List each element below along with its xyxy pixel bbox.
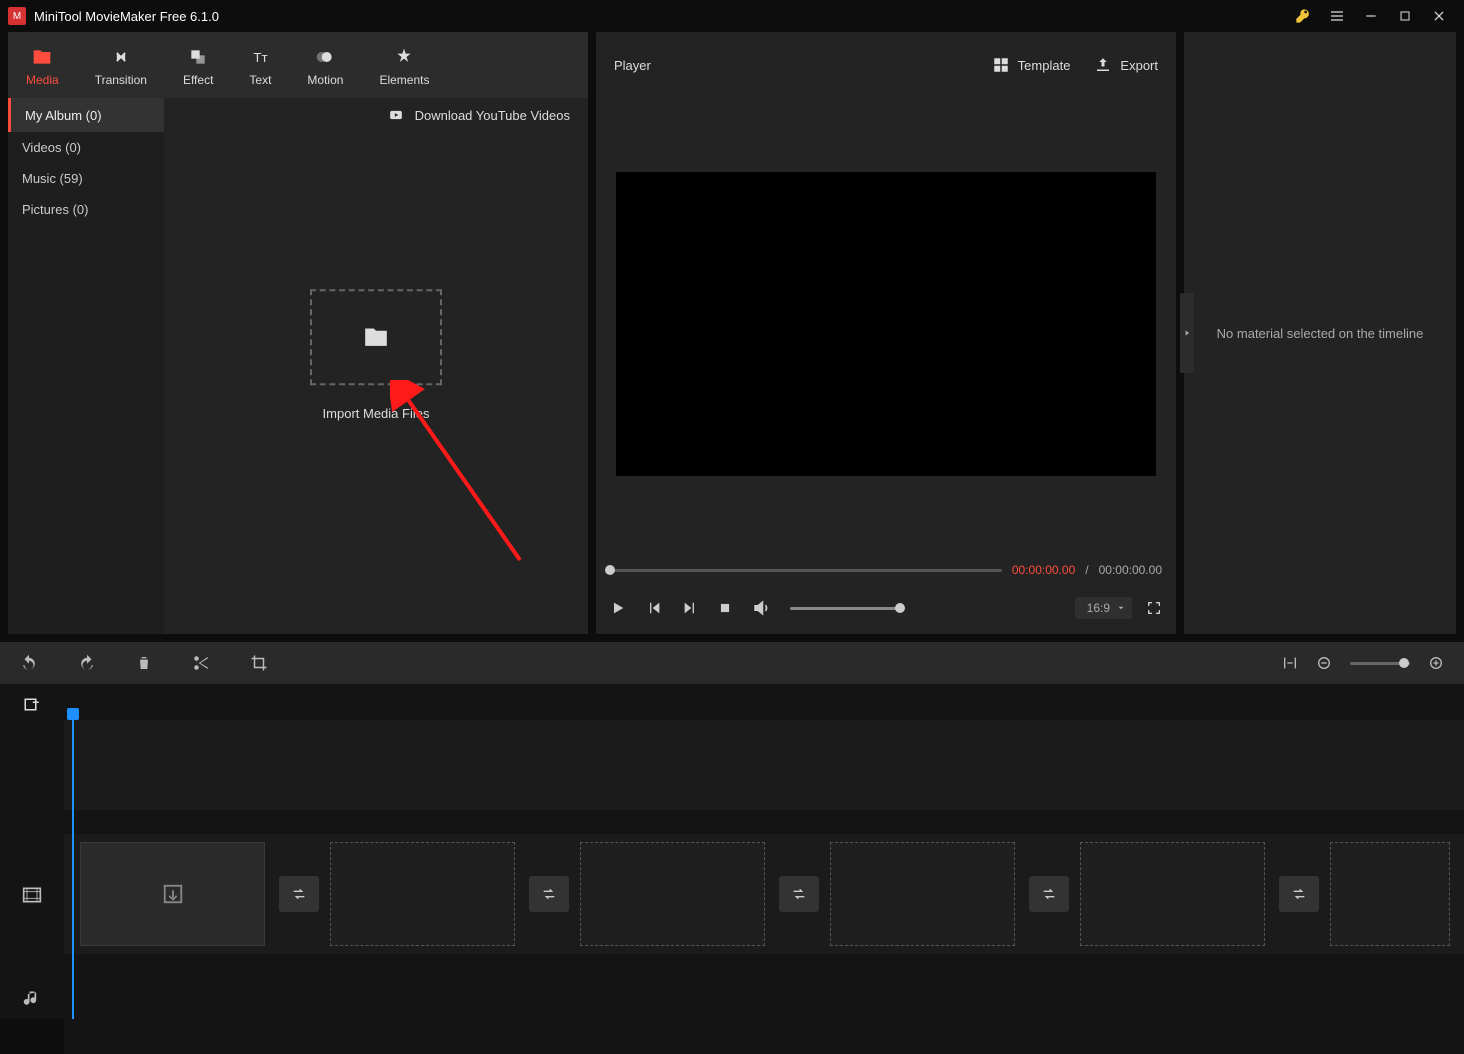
import-media-label: Import Media Files — [323, 406, 430, 421]
undo-button[interactable] — [20, 654, 38, 672]
aspect-ratio-select[interactable]: 16:9 — [1075, 597, 1132, 619]
tab-effect[interactable]: Effect — [165, 32, 231, 98]
library-panel: Media Transition Effect Tᴛ Text Motion E… — [8, 32, 588, 634]
transition-slot[interactable] — [779, 876, 819, 912]
tab-label: Text — [249, 73, 271, 87]
player-panel: Player Template Export 00:00:00.00 / 00:… — [596, 32, 1176, 634]
add-track-button[interactable] — [0, 692, 64, 720]
minimize-button[interactable] — [1354, 0, 1388, 32]
tab-transition[interactable]: Transition — [77, 32, 165, 98]
zoom-out-button[interactable] — [1316, 655, 1332, 671]
album-sidebar: My Album (0) Videos (0) Music (59) Pictu… — [8, 98, 164, 634]
close-button[interactable] — [1422, 0, 1456, 32]
template-label: Template — [1018, 58, 1071, 73]
import-media-button[interactable] — [310, 289, 442, 385]
zoom-in-button[interactable] — [1428, 655, 1444, 671]
timeline-toolbar — [0, 642, 1464, 684]
transition-slot[interactable] — [1029, 876, 1069, 912]
sidebar-item-pictures[interactable]: Pictures (0) — [8, 194, 164, 225]
library-tabs: Media Transition Effect Tᴛ Text Motion E… — [8, 32, 588, 98]
transition-slot[interactable] — [279, 876, 319, 912]
license-key-icon[interactable] — [1286, 0, 1320, 32]
player-title: Player — [614, 58, 651, 73]
crop-button[interactable] — [250, 654, 268, 672]
prev-frame-button[interactable] — [646, 600, 662, 616]
transition-slot[interactable] — [1279, 876, 1319, 912]
svg-text:Tᴛ: Tᴛ — [254, 50, 268, 65]
tab-label: Media — [26, 73, 59, 87]
app-logo-icon: M — [8, 7, 26, 25]
sidebar-item-music[interactable]: Music (59) — [8, 163, 164, 194]
tab-motion[interactable]: Motion — [289, 32, 361, 98]
template-button[interactable]: Template — [992, 56, 1071, 74]
inspector-collapse-handle[interactable] — [1180, 293, 1194, 373]
play-button[interactable] — [610, 600, 626, 616]
clip-slot[interactable] — [580, 842, 765, 946]
volume-slider[interactable] — [790, 607, 900, 610]
title-bar: M MiniTool MovieMaker Free 6.1.0 — [0, 0, 1464, 32]
sidebar-item-my-album[interactable]: My Album (0) — [8, 98, 164, 132]
audio-track-icon — [0, 974, 64, 1024]
tab-label: Transition — [95, 73, 147, 87]
clip-slot[interactable] — [330, 842, 515, 946]
stop-button[interactable] — [718, 601, 732, 615]
timeline-ruler[interactable] — [64, 720, 1464, 810]
youtube-icon — [387, 108, 405, 122]
tab-label: Motion — [307, 73, 343, 87]
time-current: 00:00:00.00 — [1012, 563, 1075, 577]
tab-label: Effect — [183, 73, 213, 87]
volume-icon[interactable] — [752, 599, 770, 617]
export-button[interactable]: Export — [1094, 56, 1158, 74]
tab-text[interactable]: Tᴛ Text — [231, 32, 289, 98]
clip-slot[interactable] — [830, 842, 1015, 946]
tab-elements[interactable]: Elements — [361, 32, 447, 98]
fullscreen-button[interactable] — [1146, 600, 1162, 616]
playhead[interactable] — [72, 714, 74, 1019]
maximize-button[interactable] — [1388, 0, 1422, 32]
delete-button[interactable] — [136, 654, 152, 672]
redo-button[interactable] — [78, 654, 96, 672]
tab-label: Elements — [379, 73, 429, 87]
export-label: Export — [1120, 58, 1158, 73]
zoom-slider[interactable] — [1350, 662, 1410, 665]
menu-icon[interactable] — [1320, 0, 1354, 32]
sidebar-item-videos[interactable]: Videos (0) — [8, 132, 164, 163]
inspector-empty-text: No material selected on the timeline — [1217, 326, 1424, 341]
media-drop-area: Download YouTube Videos Import Media Fil… — [164, 98, 588, 634]
time-separator: / — [1085, 563, 1088, 577]
app-title: MiniTool MovieMaker Free 6.1.0 — [34, 9, 219, 24]
audio-track[interactable] — [64, 954, 1464, 1054]
clip-slot[interactable] — [1330, 842, 1450, 946]
inspector-panel: No material selected on the timeline — [1184, 32, 1456, 634]
timeline — [0, 684, 1464, 1019]
clip-slot-drop[interactable] — [80, 842, 265, 946]
transition-slot[interactable] — [529, 876, 569, 912]
scrub-bar[interactable] — [610, 569, 1002, 572]
download-youtube-link[interactable]: Download YouTube Videos — [415, 108, 570, 123]
video-preview — [616, 172, 1156, 476]
video-track-icon — [0, 870, 64, 920]
time-total: 00:00:00.00 — [1099, 563, 1162, 577]
timeline-fit-button[interactable] — [1282, 655, 1298, 671]
clip-slot[interactable] — [1080, 842, 1265, 946]
next-frame-button[interactable] — [682, 600, 698, 616]
tab-media[interactable]: Media — [8, 32, 77, 98]
split-button[interactable] — [192, 654, 210, 672]
